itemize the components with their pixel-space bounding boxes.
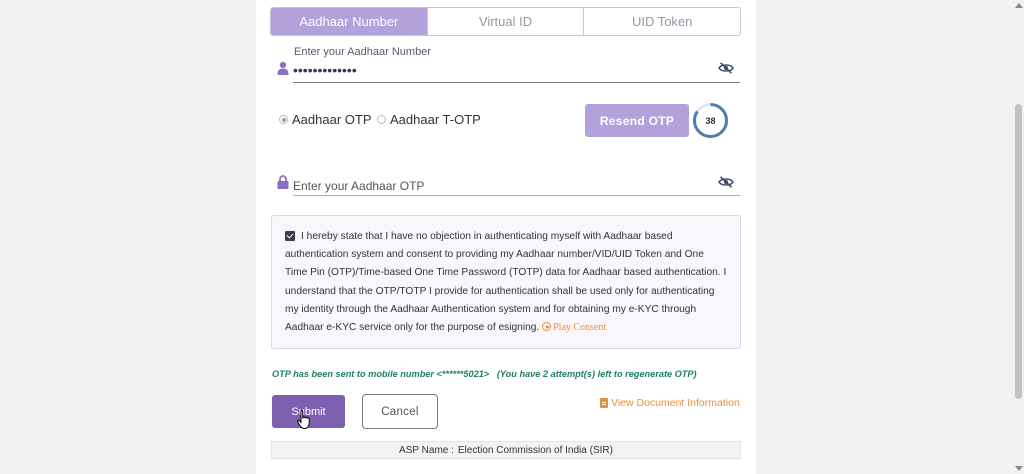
- id-type-tabs: Aadhaar Number Virtual ID UID Token: [270, 7, 741, 36]
- radio-label-aadhaar-otp: Aadhaar OTP: [292, 112, 372, 127]
- lock-icon: [277, 175, 289, 189]
- tab-virtual-id[interactable]: Virtual ID: [428, 8, 585, 35]
- consent-text: I hereby state that I have no objection …: [285, 228, 727, 337]
- tab-uid-token[interactable]: UID Token: [584, 8, 740, 35]
- radio-button[interactable]: [279, 115, 288, 124]
- scroll-up-arrow-icon[interactable]: [1015, 3, 1023, 8]
- consent-statement: I hereby state that I have no objection …: [285, 231, 727, 334]
- play-circle-icon: [542, 322, 552, 332]
- asp-value: Election Commission of India (SIR): [457, 444, 613, 456]
- radio-aadhaar-otp[interactable]: Aadhaar OTP: [279, 112, 372, 127]
- view-document-information-link[interactable]: View Document Information: [600, 397, 740, 409]
- otp-input-underline: [293, 195, 740, 196]
- aadhaar-input-underline: [293, 82, 740, 83]
- eye-slash-icon[interactable]: [718, 62, 734, 74]
- mouse-pointer-icon: [297, 410, 310, 430]
- cancel-button[interactable]: Cancel: [362, 394, 438, 429]
- asp-name-bar: ASP Name : Election Commission of India …: [271, 441, 741, 459]
- aadhaar-number-label: Enter your Aadhaar Number: [294, 46, 431, 58]
- view-document-label: View Document Information: [611, 397, 740, 409]
- radio-label-aadhaar-totp: Aadhaar T-OTP: [390, 112, 481, 127]
- play-consent-link[interactable]: Play Consent: [542, 322, 606, 333]
- radio-aadhaar-totp[interactable]: Aadhaar T-OTP: [377, 112, 481, 127]
- document-icon: [600, 398, 608, 408]
- scrollbar-thumb[interactable]: [1015, 104, 1022, 399]
- asp-label: ASP Name :: [399, 444, 454, 456]
- otp-input[interactable]: [293, 176, 713, 196]
- countdown-seconds: 38: [705, 115, 716, 126]
- otp-sent-message: OTP has been sent to mobile number <****…: [272, 369, 697, 379]
- aadhaar-number-input[interactable]: [293, 60, 713, 80]
- eye-slash-icon[interactable]: [718, 176, 734, 188]
- scroll-down-arrow-icon[interactable]: [1015, 466, 1023, 471]
- user-icon: [277, 61, 289, 75]
- tab-aadhaar-number[interactable]: Aadhaar Number: [271, 8, 428, 35]
- radio-button[interactable]: [377, 115, 386, 124]
- resend-otp-button[interactable]: Resend OTP: [585, 104, 689, 137]
- play-consent-label: Play Consent: [553, 322, 607, 334]
